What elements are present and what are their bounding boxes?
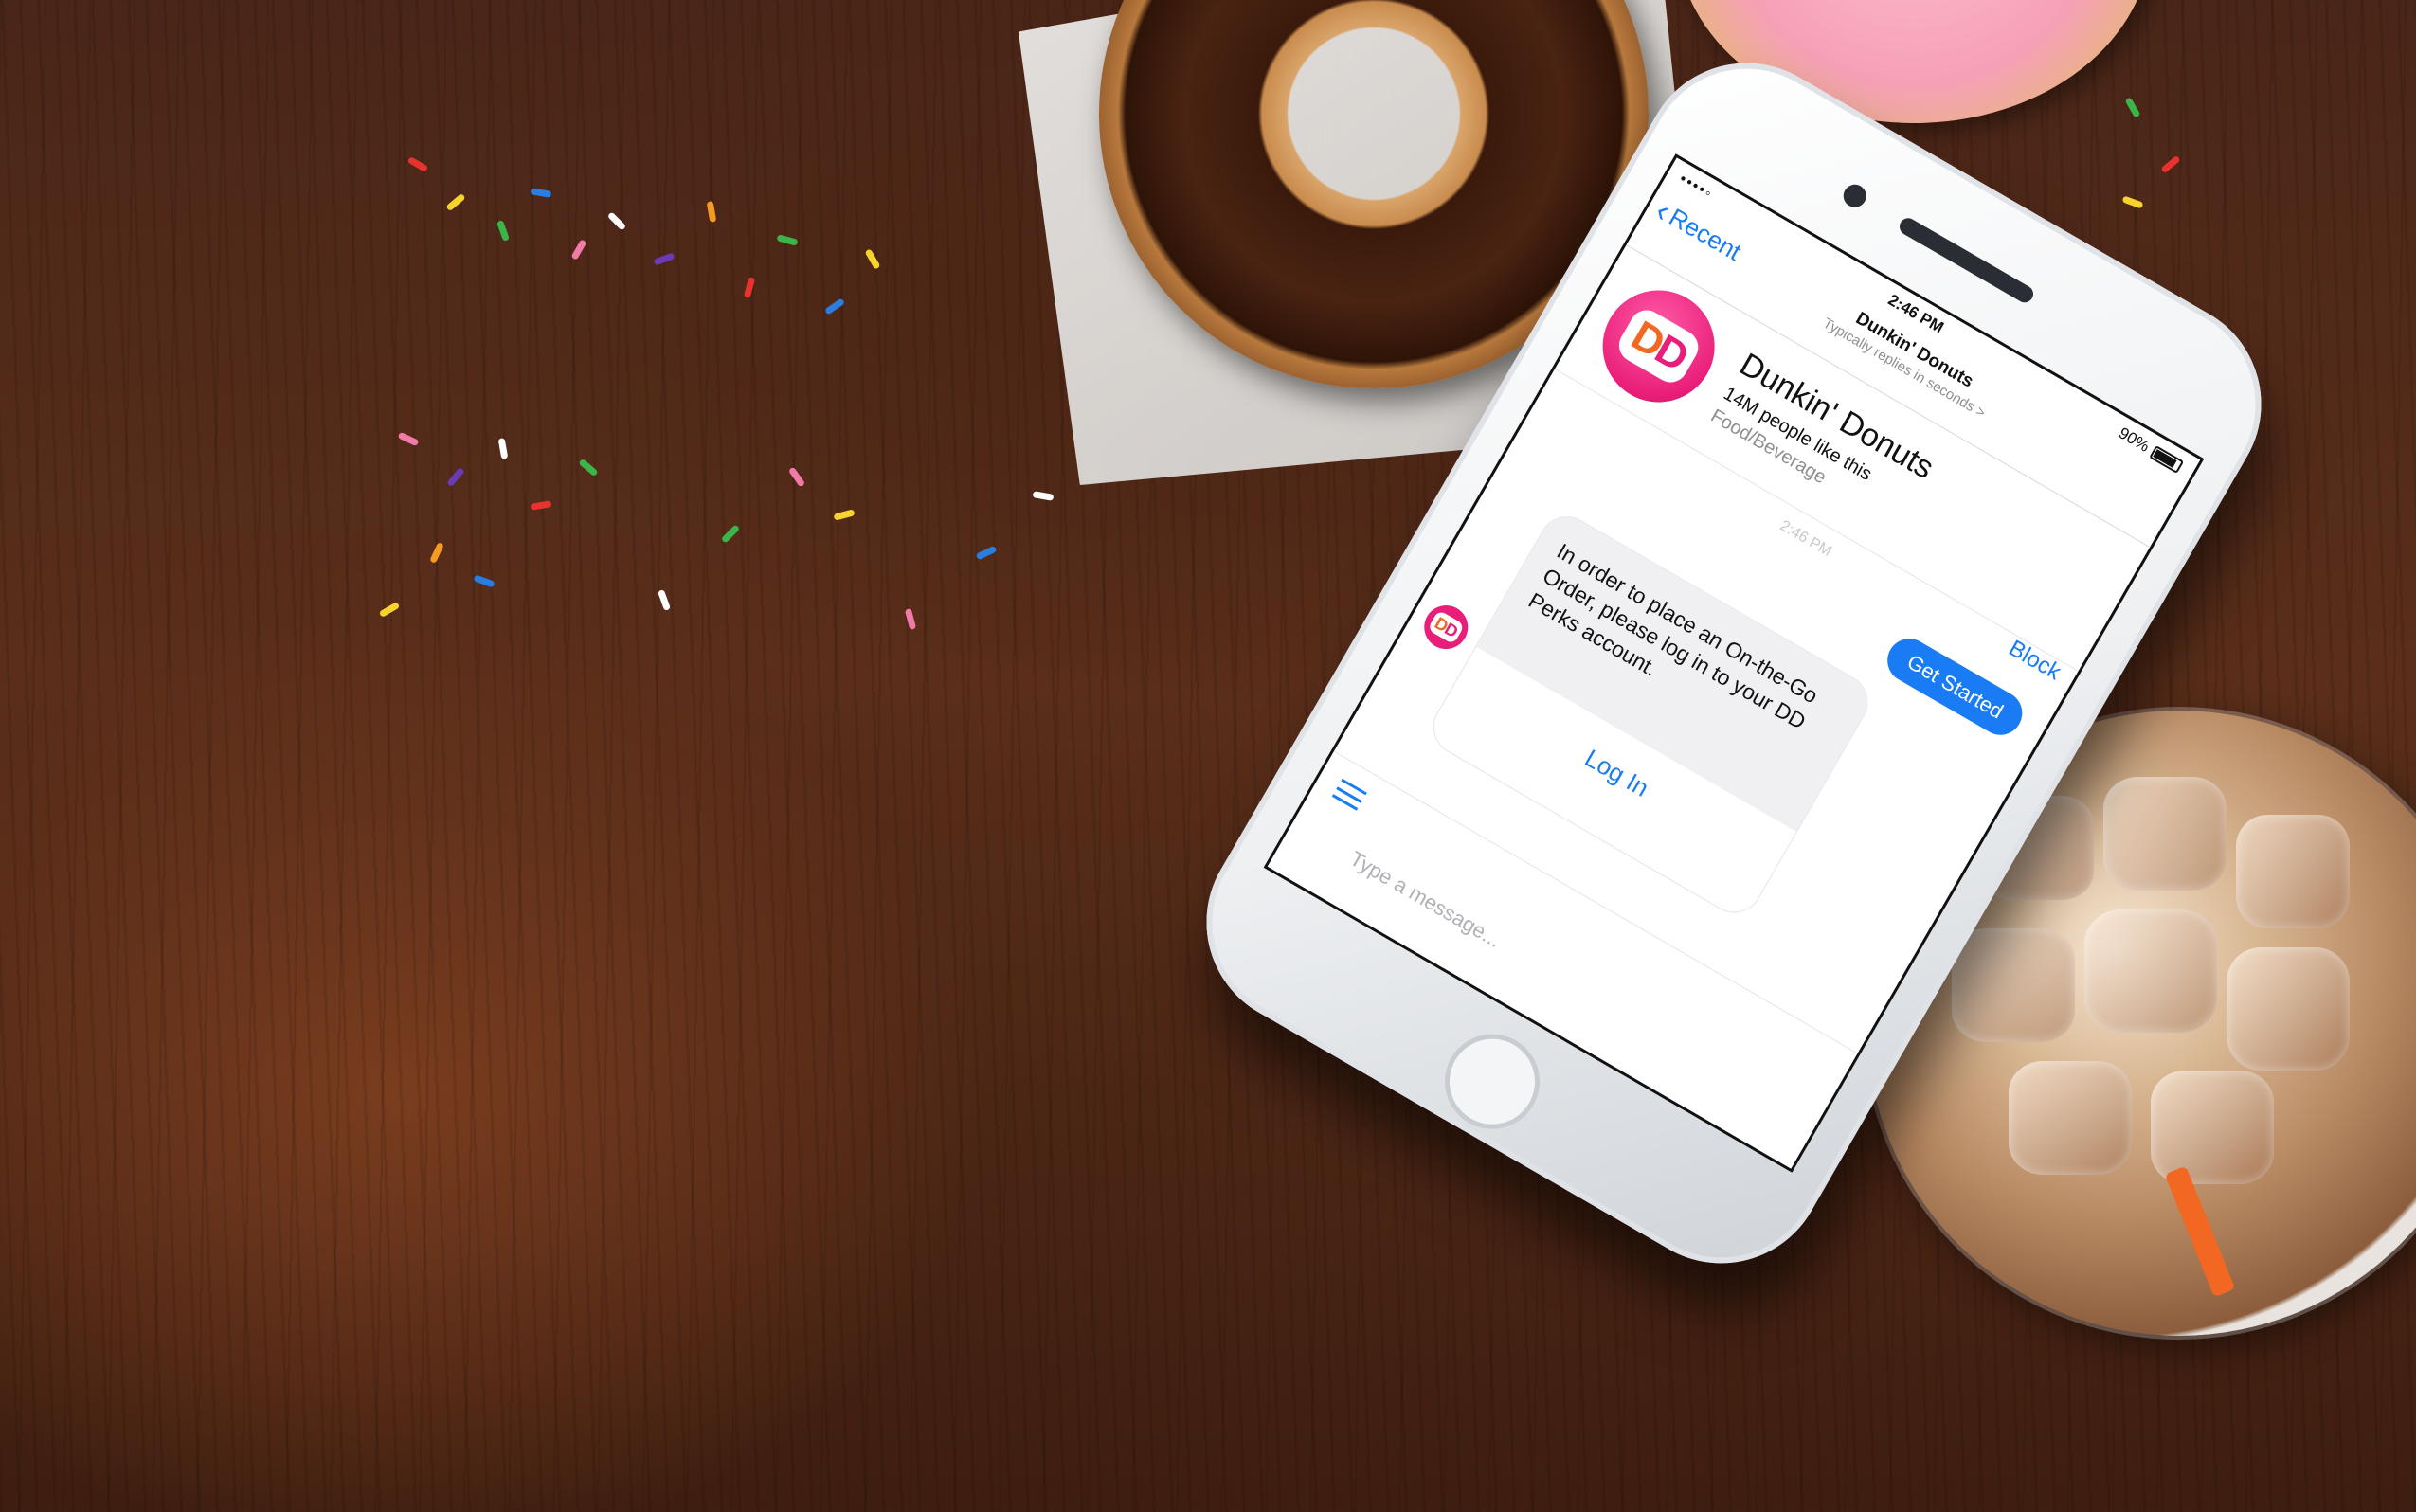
- ice-cube: [2236, 815, 2350, 928]
- sprinkle: [406, 155, 429, 173]
- sprinkle: [429, 542, 444, 564]
- desk-scene: ••••◦ 2:46 PM 90% ‹ Recent Dunkin' Donut…: [0, 0, 2416, 1512]
- sprinkle: [1032, 491, 1055, 501]
- sprinkle: [445, 192, 466, 212]
- sprinkle: [823, 297, 846, 315]
- chevron-right-icon: >: [1973, 403, 1989, 422]
- ice-cube: [2084, 909, 2217, 1033]
- ice-cube: [2151, 1071, 2274, 1184]
- sprinkle: [530, 188, 552, 198]
- sprinkle: [975, 545, 998, 561]
- battery-icon: [2149, 444, 2185, 474]
- sprinkle: [706, 201, 717, 223]
- sprinkle: [2121, 195, 2144, 209]
- sprinkle: [743, 276, 756, 299]
- sprinkle: [496, 219, 511, 243]
- sprinkle: [720, 524, 741, 544]
- sprinkle: [653, 252, 676, 266]
- dd-avatar-text: DD: [1432, 613, 1461, 641]
- dd-badge: DD: [1613, 303, 1704, 389]
- sprinkle: [2124, 97, 2141, 118]
- menu-icon[interactable]: [1331, 778, 1367, 811]
- sprinkle: [530, 500, 552, 511]
- sprinkle: [833, 509, 856, 521]
- sprinkle: [446, 466, 465, 488]
- dd-badge-small: DD: [1427, 609, 1466, 645]
- sprinkle: [2160, 154, 2181, 174]
- sprinkle: [473, 574, 496, 588]
- sprinkle: [578, 458, 599, 477]
- sprinkle: [776, 234, 799, 246]
- sprinkle: [657, 588, 672, 612]
- sprinkle: [787, 466, 806, 488]
- ice-cube: [1952, 928, 2075, 1042]
- bot-avatar[interactable]: DD: [1415, 597, 1476, 657]
- sprinkle: [378, 601, 401, 619]
- dd-logo-text: DD: [1623, 312, 1694, 380]
- sprinkle: [497, 438, 509, 459]
- sprinkle: [606, 211, 627, 231]
- ice-cube: [2227, 947, 2350, 1071]
- ice-cube: [2103, 777, 2227, 891]
- sprinkle: [570, 239, 587, 261]
- ice-cube: [2009, 1061, 2132, 1175]
- sprinkle: [904, 607, 917, 631]
- sprinkle: [864, 248, 881, 270]
- sprinkle: [397, 431, 420, 447]
